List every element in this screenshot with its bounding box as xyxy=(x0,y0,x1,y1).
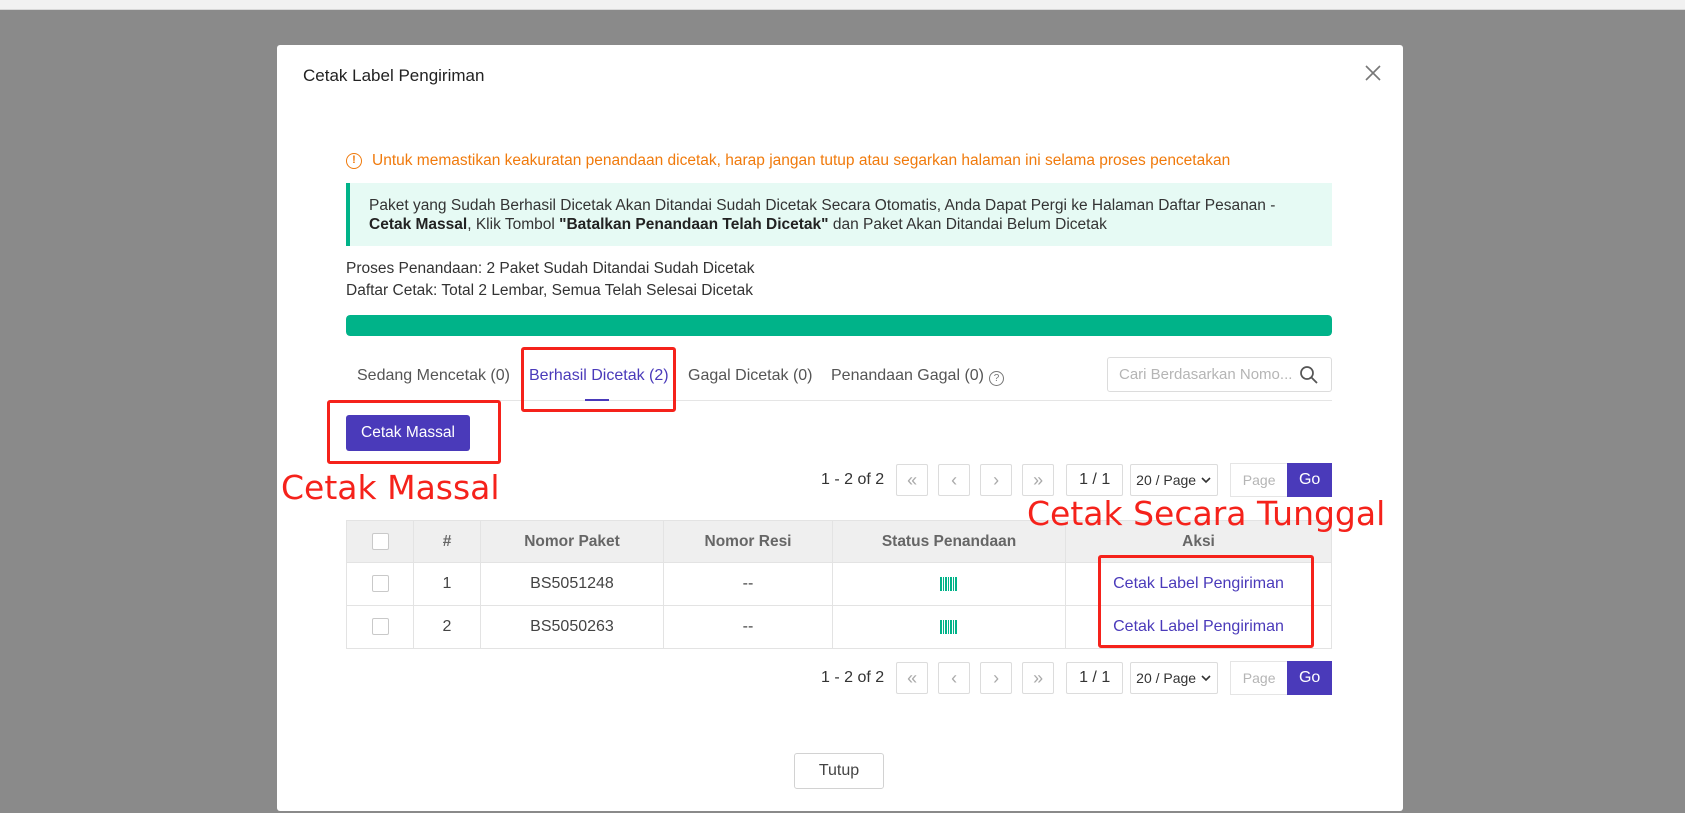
row-checkbox-cell xyxy=(346,605,414,649)
warning-message: ! Untuk memastikan keakuratan penandaan … xyxy=(346,152,1230,170)
last-page-icon[interactable]: » xyxy=(1022,464,1055,496)
goto-page-input[interactable]: Page xyxy=(1230,463,1288,497)
progress-bar xyxy=(346,315,1332,336)
pagination-range: 1 - 2 of 2 xyxy=(821,669,885,686)
search-input[interactable] xyxy=(1108,359,1298,390)
tab-label: Gagal Dicetak (0) xyxy=(688,367,813,384)
help-icon[interactable]: ? xyxy=(989,371,1004,386)
pagination-top: 1 - 2 of 2 « ‹ › » 1 / 1 20 / Page Page … xyxy=(821,463,1333,497)
chevron-down-icon xyxy=(1201,675,1211,682)
info-line-2: Cetak Massal, Klik Tombol "Batalkan Pena… xyxy=(369,215,1332,234)
info-mid-text: , Klik Tombol xyxy=(467,216,560,233)
prev-page-icon[interactable]: ‹ xyxy=(938,662,971,694)
annotation-label-single: Cetak Secara Tunggal xyxy=(1027,494,1386,533)
progress-line-2: Daftar Cetak: Total 2 Lembar, Semua Tela… xyxy=(346,282,753,299)
header-tracking-number: Nomor Resi xyxy=(663,520,833,563)
browser-top-bar xyxy=(0,0,1685,10)
header-package-number: Nomor Paket xyxy=(480,520,664,563)
tracking-number: -- xyxy=(663,562,833,606)
info-line-1: Paket yang Sudah Berhasil Dicetak Akan D… xyxy=(369,197,1276,214)
search-box xyxy=(1107,357,1332,392)
next-page-icon[interactable]: › xyxy=(980,662,1013,694)
tab-print-failed[interactable]: Gagal Dicetak (0) xyxy=(688,356,813,401)
package-number: BS5051248 xyxy=(480,562,664,606)
annotation-label-bulk: Cetak Massal xyxy=(281,468,500,507)
go-button[interactable]: Go xyxy=(1287,661,1333,695)
row-index: 2 xyxy=(413,605,481,649)
row-index: 1 xyxy=(413,562,481,606)
tab-printing[interactable]: Sedang Mencetak (0) xyxy=(357,356,510,401)
info-box: Paket yang Sudah Berhasil Dicetak Akan D… xyxy=(346,183,1332,246)
page-size-select[interactable]: 20 / Page xyxy=(1130,464,1219,496)
goto-page-input[interactable]: Page xyxy=(1230,661,1288,695)
package-number: BS5050263 xyxy=(480,605,664,649)
progress-status: Proses Penandaan: 2 Paket Sudah Ditandai… xyxy=(346,258,754,302)
header-index: # xyxy=(413,520,481,563)
annotation-box-tab xyxy=(521,347,676,412)
pagination-range: 1 - 2 of 2 xyxy=(821,471,885,488)
select-all-cell xyxy=(346,520,414,563)
row-checkbox-cell xyxy=(346,562,414,606)
page-size-label: 20 / Page xyxy=(1136,472,1197,488)
progress-fill xyxy=(346,315,1332,336)
annotation-box-single xyxy=(1098,555,1314,648)
printed-barcode-icon xyxy=(940,576,957,591)
tracking-number: -- xyxy=(663,605,833,649)
info-bold-cetak-massal: Cetak Massal xyxy=(369,216,468,233)
chevron-down-icon xyxy=(1201,477,1211,484)
last-page-icon[interactable]: » xyxy=(1022,662,1055,694)
current-page: 1 / 1 xyxy=(1066,464,1124,496)
first-page-icon[interactable]: « xyxy=(896,464,929,496)
search-icon[interactable] xyxy=(1298,364,1320,386)
pagination-bottom: 1 - 2 of 2 « ‹ › » 1 / 1 20 / Page Page … xyxy=(821,661,1333,695)
first-page-icon[interactable]: « xyxy=(896,662,929,694)
printed-barcode-icon xyxy=(940,619,957,634)
page-size-select[interactable]: 20 / Page xyxy=(1130,662,1219,694)
page-size-label: 20 / Page xyxy=(1136,670,1197,686)
warning-text: Untuk memastikan keakuratan penandaan di… xyxy=(372,152,1231,169)
marking-status-cell xyxy=(832,562,1066,606)
tab-label: Penandaan Gagal (0) xyxy=(831,367,984,384)
info-bold-batalkan: "Batalkan Penandaan Telah Dicetak" xyxy=(559,216,829,233)
warning-icon: ! xyxy=(346,153,362,169)
current-page: 1 / 1 xyxy=(1066,662,1124,694)
progress-line-1: Proses Penandaan: 2 Paket Sudah Ditandai… xyxy=(346,260,755,277)
close-icon[interactable] xyxy=(1361,61,1385,85)
tab-label: Sedang Mencetak (0) xyxy=(357,367,510,384)
annotation-box-bulk xyxy=(327,400,501,464)
close-button[interactable]: Tutup xyxy=(794,753,884,789)
marking-status-cell xyxy=(832,605,1066,649)
info-end-text: dan Paket Akan Ditandai Belum Dicetak xyxy=(828,216,1107,233)
row-checkbox[interactable] xyxy=(371,575,389,593)
next-page-icon[interactable]: › xyxy=(980,464,1013,496)
go-button[interactable]: Go xyxy=(1287,463,1333,497)
modal-title: Cetak Label Pengiriman xyxy=(303,66,485,85)
tab-marking-failed[interactable]: Penandaan Gagal (0)? xyxy=(831,356,1004,401)
select-all-checkbox[interactable] xyxy=(371,532,389,550)
prev-page-icon[interactable]: ‹ xyxy=(938,464,971,496)
row-checkbox[interactable] xyxy=(371,618,389,636)
